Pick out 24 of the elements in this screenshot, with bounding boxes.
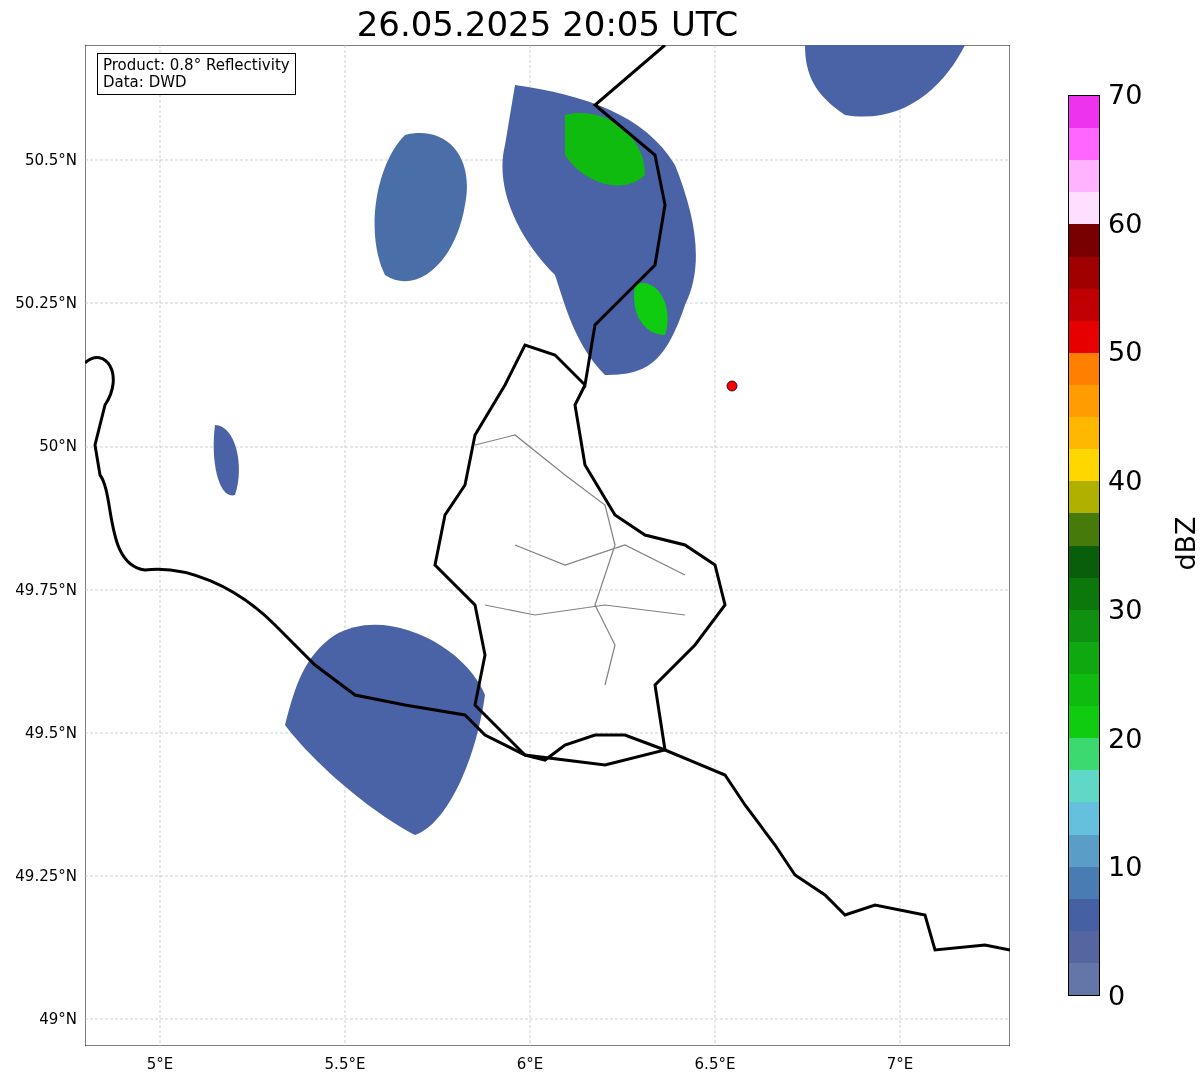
colorbar-label: dBZ [1169, 516, 1201, 571]
longitude-label: 5°E [146, 1055, 174, 1073]
longitude-label: 6°E [516, 1055, 544, 1073]
colorbar-tick-label: 20 [1108, 723, 1143, 754]
latitude-label: 50.25°N [15, 294, 77, 313]
colorbar-tick-label: 0 [1108, 981, 1126, 1011]
colorbar-tick-label: 30 [1108, 594, 1143, 625]
colorbar-tick-label: 10 [1108, 852, 1143, 883]
colorbar-tick-label: 60 [1108, 208, 1143, 239]
longitude-label: 5.5°E [324, 1055, 366, 1073]
latitude-label: 49.75°N [15, 580, 77, 599]
colorbar-tick-label: 50 [1108, 337, 1143, 368]
longitude-label: 7°E [886, 1055, 914, 1073]
colorbar-tick-label: 40 [1108, 466, 1143, 497]
latitude-label: 50°N [39, 437, 77, 456]
latitude-label: 49.5°N [24, 723, 77, 742]
info-text: Product: 0.8° Reflectivity [103, 57, 290, 74]
latitude-label: 49°N [39, 1010, 77, 1029]
info-text: Data: DWD [103, 74, 188, 91]
latitude-label: 50.5°N [24, 151, 77, 169]
chart-title: 26.05.2025 20:05 UTC [355, 4, 740, 44]
colorbar-tick-label: 70 [1108, 80, 1143, 110]
latitude-label: 49.25°N [15, 867, 77, 885]
longitude-label: 6.5°E [694, 1055, 736, 1073]
